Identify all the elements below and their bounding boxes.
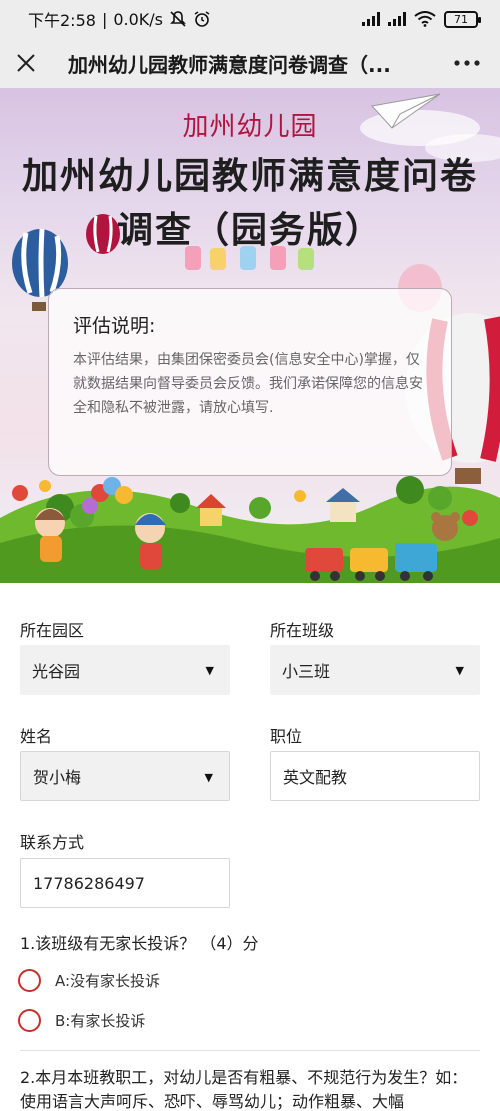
- radio-button[interactable]: [18, 1009, 41, 1032]
- position-value: 英文配教: [283, 768, 348, 787]
- signal-icon-2: [388, 12, 406, 26]
- signal-icon: [362, 12, 380, 26]
- class-value: 小三班: [282, 662, 331, 681]
- wifi-icon: [414, 11, 436, 27]
- class-select[interactable]: 小三班 ▼: [270, 645, 480, 695]
- contact-input[interactable]: 17786286497: [20, 858, 230, 908]
- question-1-option-b[interactable]: B:有家长投诉: [18, 1009, 145, 1032]
- campus-label: 所在园区: [20, 621, 85, 640]
- campus-value: 光谷园: [32, 662, 81, 681]
- radio-button[interactable]: [18, 969, 41, 992]
- notice-card: 评估说明: 本评估结果，由集团保密委员会(信息安全中心)掌握，仅就数据结果向督导…: [48, 288, 452, 476]
- survey-title: 加州幼儿园教师满意度问卷调查（园务版）: [21, 156, 478, 251]
- survey-banner: 加州幼儿园 加州幼儿园教师满意度问卷调查（园务版） 评估说明: 本评估结果，由集…: [0, 88, 500, 583]
- network-speed: 0.0K/s: [113, 9, 163, 29]
- question-1-option-a[interactable]: A:没有家长投诉: [18, 969, 160, 992]
- school-name: 加州幼儿园: [182, 112, 318, 142]
- class-label: 所在班级: [270, 621, 335, 640]
- more-icon: [454, 60, 480, 66]
- close-icon: [17, 54, 35, 72]
- name-select[interactable]: 贺小梅 ▼: [20, 751, 230, 801]
- battery-level: 71: [454, 12, 468, 26]
- status-bar: 下午2:58 | 0.0K/s 71: [0, 0, 500, 38]
- position-label: 职位: [270, 727, 303, 746]
- alarm-icon: [194, 11, 210, 27]
- name-value: 贺小梅: [33, 768, 82, 787]
- page-title: 加州幼儿园教师满意度问卷调查（...: [68, 52, 391, 77]
- dropdown-arrow-icon: ▼: [204, 771, 213, 784]
- status-right: 71: [362, 10, 481, 28]
- notice-title: 评估说明:: [73, 315, 156, 337]
- close-button[interactable]: [0, 38, 52, 88]
- status-separator: |: [101, 9, 108, 29]
- option-label: A:没有家长投诉: [55, 972, 161, 990]
- option-label: B:有家长投诉: [55, 1012, 146, 1030]
- contact-value: 17786286497: [33, 873, 145, 893]
- dropdown-arrow-icon: ▼: [455, 664, 464, 677]
- question-2-title: 2.本月本班教职工，对幼儿是否有粗暴、不规范行为发生？如：使用语言大声呵斥、恐吓…: [20, 1068, 468, 1111]
- campus-select[interactable]: 光谷园 ▼: [20, 645, 230, 695]
- question-1-title: 1.该班级有无家长投诉？ （4）分: [20, 934, 259, 953]
- notice-body: 本评估结果，由集团保密委员会(信息安全中心)掌握，仅就数据结果向督导委员会反馈。…: [73, 352, 423, 416]
- question-divider: [20, 1050, 480, 1051]
- name-label: 姓名: [20, 727, 53, 746]
- contact-label: 联系方式: [20, 833, 85, 852]
- dropdown-arrow-icon: ▼: [205, 664, 214, 677]
- title-bar: 加州幼儿园教师满意度问卷调查（...: [0, 38, 500, 88]
- mute-icon: [170, 11, 186, 27]
- more-button[interactable]: [434, 38, 500, 88]
- status-left: 下午2:58 | 0.0K/s: [28, 7, 211, 31]
- position-input[interactable]: 英文配教: [270, 751, 480, 801]
- status-time: 下午2:58: [28, 11, 96, 30]
- battery-icon: 71: [444, 10, 481, 28]
